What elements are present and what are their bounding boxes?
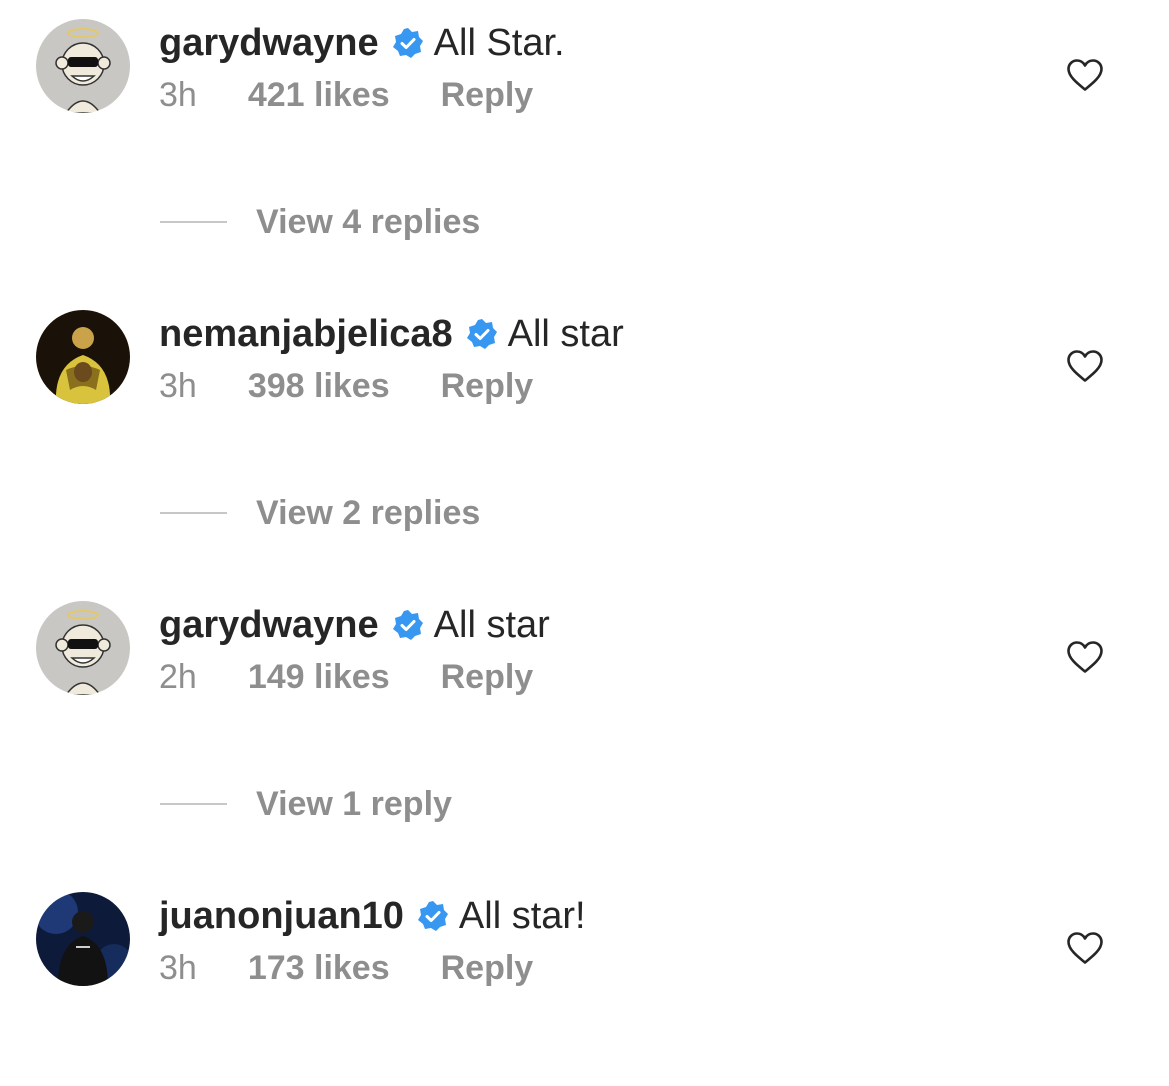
view-replies-label: View 2 replies: [256, 493, 481, 532]
likes-count[interactable]: 149 likes: [248, 658, 390, 697]
player-photo-icon: [36, 310, 130, 404]
username[interactable]: garydwayne: [159, 604, 379, 647]
reply-button[interactable]: Reply: [441, 76, 534, 115]
comment-text: All star!: [458, 894, 586, 937]
comment-item: nemanjabjelica8 All star 3h 398 likes Re…: [0, 291, 1169, 405]
comment-text: All star: [507, 312, 624, 355]
heart-icon[interactable]: [1066, 58, 1104, 92]
timestamp: 3h: [159, 75, 197, 114]
comment-header: juanonjuan10 All star!: [159, 893, 586, 939]
verified-badge-icon: [466, 318, 498, 350]
avatar[interactable]: [36, 601, 130, 695]
avatar[interactable]: [36, 892, 130, 986]
comment-item: juanonjuan10 All star! 3h 173 likes Repl…: [0, 873, 1169, 987]
heart-icon[interactable]: [1066, 640, 1104, 674]
comment-header: garydwayne All Star.: [159, 20, 565, 66]
monkey-avatar-icon: [36, 19, 130, 113]
view-replies-button[interactable]: View 4 replies: [160, 200, 760, 244]
reply-button[interactable]: Reply: [441, 658, 534, 697]
likes-count[interactable]: 398 likes: [248, 367, 390, 406]
username[interactable]: juanonjuan10: [159, 895, 404, 938]
view-replies-label: View 4 replies: [256, 202, 481, 241]
timestamp: 3h: [159, 366, 197, 405]
comment-meta: 3h 173 likes Reply: [159, 947, 533, 989]
view-replies-button[interactable]: View 1 reply: [160, 782, 760, 826]
avatar[interactable]: [36, 310, 130, 404]
likes-count[interactable]: 421 likes: [248, 76, 390, 115]
view-replies-button[interactable]: View 2 replies: [160, 491, 760, 535]
verified-badge-icon: [392, 609, 424, 641]
monkey-avatar-icon: [36, 601, 130, 695]
comment-meta: 2h 149 likes Reply: [159, 656, 533, 698]
comment-text: All Star.: [433, 21, 565, 64]
comment-header: nemanjabjelica8 All star: [159, 311, 624, 357]
view-replies-label: View 1 reply: [256, 784, 452, 823]
username[interactable]: garydwayne: [159, 22, 379, 65]
verified-badge-icon: [392, 27, 424, 59]
comment-header: garydwayne All star: [159, 602, 550, 648]
comment-item: garydwayne All star 2h 149 likes Reply: [0, 582, 1169, 696]
comment-text: All star: [433, 603, 550, 646]
timestamp: 3h: [159, 948, 197, 987]
avatar[interactable]: [36, 19, 130, 113]
player-photo-dark-icon: [36, 892, 130, 986]
divider-line: [160, 803, 227, 805]
comment-item: garydwayne All Star. 3h 421 likes Reply: [0, 0, 1169, 114]
divider-line: [160, 512, 227, 514]
divider-line: [160, 221, 227, 223]
heart-icon[interactable]: [1066, 349, 1104, 383]
username[interactable]: nemanjabjelica8: [159, 313, 453, 356]
comment-meta: 3h 398 likes Reply: [159, 365, 533, 407]
reply-button[interactable]: Reply: [441, 949, 534, 988]
timestamp: 2h: [159, 657, 197, 696]
likes-count[interactable]: 173 likes: [248, 949, 390, 988]
reply-button[interactable]: Reply: [441, 367, 534, 406]
comment-meta: 3h 421 likes Reply: [159, 74, 533, 116]
heart-icon[interactable]: [1066, 931, 1104, 965]
verified-badge-icon: [417, 900, 449, 932]
